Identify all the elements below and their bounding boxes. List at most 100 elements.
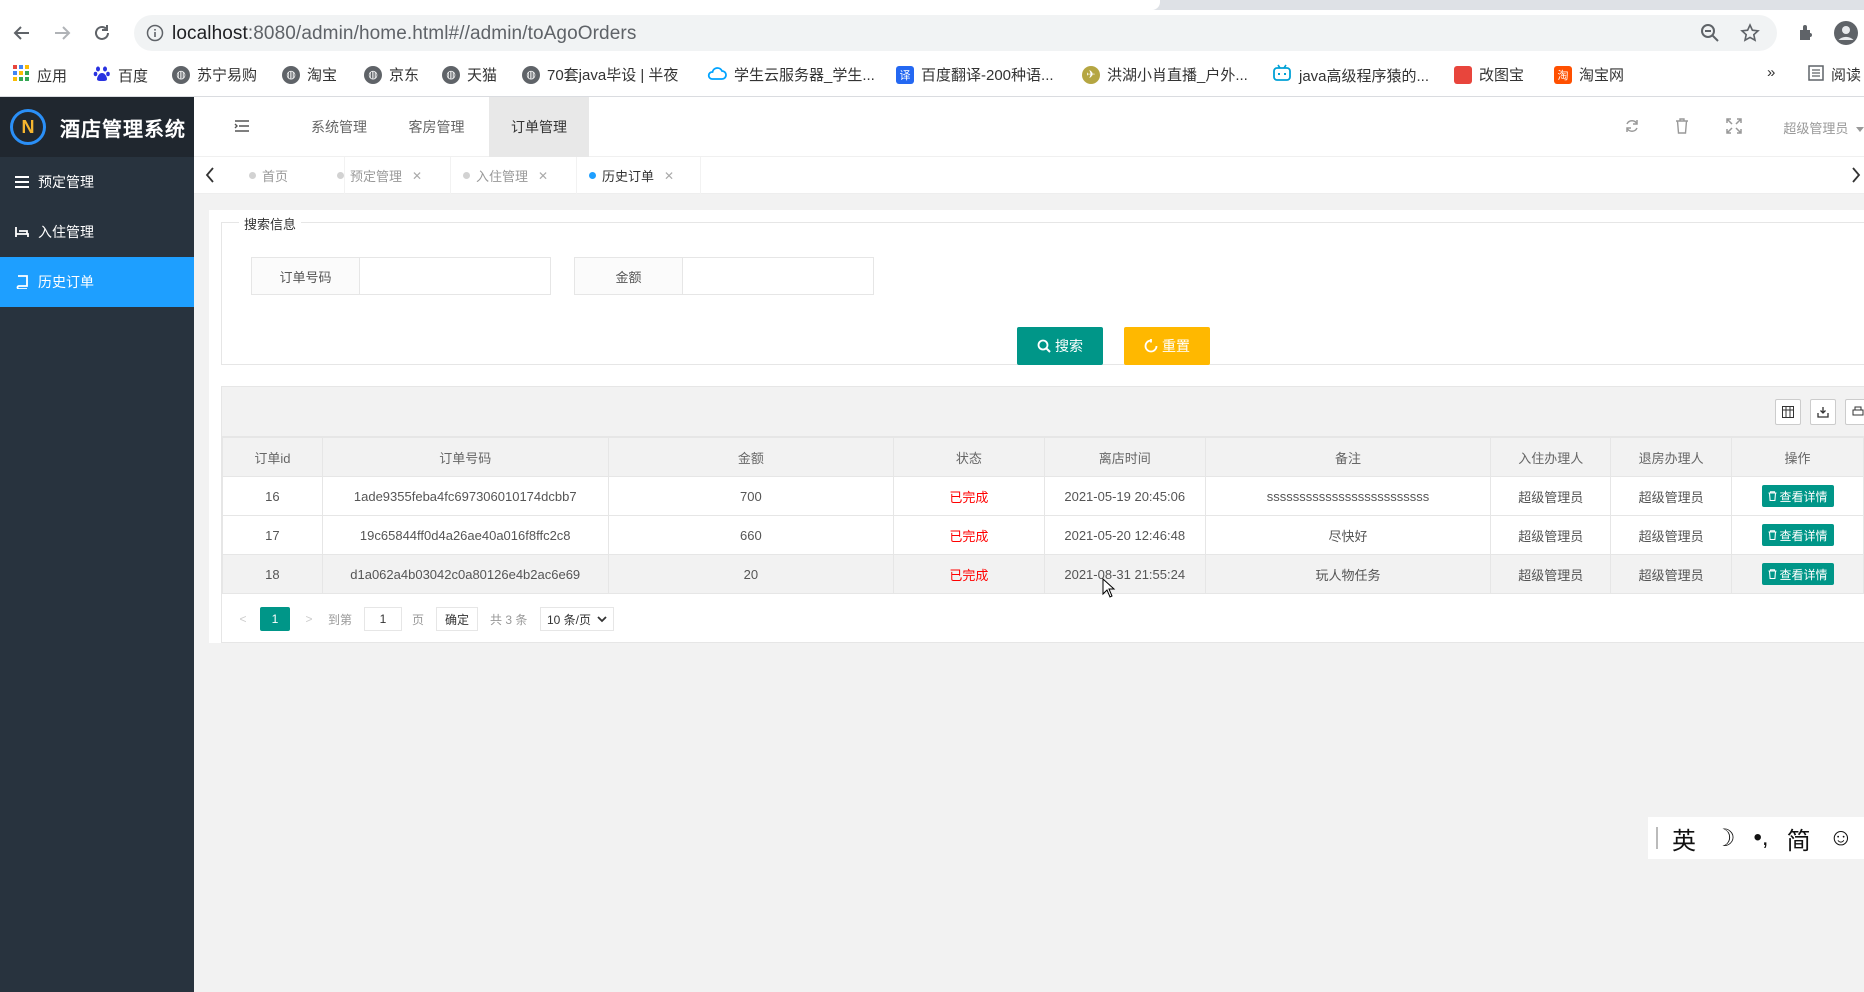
bookmark-live-stream[interactable]: ✈ 洪湖小肖直播_户外... [1082,64,1248,85]
bookmark-tmall[interactable]: ◍ 天猫 [442,64,497,85]
tab-room-management[interactable]: 客房管理 [389,97,484,157]
close-icon[interactable]: ✕ [538,169,548,183]
view-details-button[interactable]: 查看详情 [1761,563,1834,585]
bookmark-taobao[interactable]: ◍ 淘宝 [282,64,337,85]
column-header[interactable]: 操作 [1731,437,1864,477]
order-number-input[interactable] [360,258,550,294]
active-browser-tab[interactable] [0,0,1160,10]
bookmark-bilibili[interactable]: java高级程序猿的... [1272,64,1429,86]
column-header[interactable]: 退房办理人 [1610,437,1733,477]
fullscreen-icon[interactable] [1726,118,1742,137]
cell-checkin-by: 超级管理员 [1490,515,1612,555]
tab-system-management[interactable]: 系统管理 [289,97,389,157]
orders-table: 订单id 订单号码 金额 状态 离店时间 备注 入住办理人 退房办理人 操作 1… [222,437,1864,594]
trash-icon[interactable] [1675,118,1689,137]
ime-simplified-toggle[interactable]: 简 [1787,821,1811,856]
bookmark-label: 天猫 [467,67,498,84]
page-tab-checkin[interactable]: 入住管理 ✕ [451,157,577,194]
bookmark-apps[interactable]: 应用 [12,64,67,86]
bookmark-gaitubao[interactable]: 改图宝 [1454,64,1524,85]
reset-button[interactable]: 重置 [1124,327,1210,365]
zoom-icon[interactable] [1700,23,1720,46]
bookmark-jd[interactable]: ◍ 京东 [364,64,419,85]
goto-confirm-button[interactable]: 确定 [436,607,479,631]
search-button[interactable]: 搜索 [1017,327,1103,365]
apps-grid-icon [12,64,30,86]
column-header[interactable]: 金额 [607,437,895,477]
view-details-button[interactable]: 查看详情 [1761,524,1834,546]
order-number-label: 订单号码 [252,258,360,294]
bookmark-baidu-translate[interactable]: 译 百度翻译-200种语... [896,64,1054,85]
address-bar[interactable]: localhost:8080/admin/home.html#//admin/t… [134,15,1777,51]
page-size-value: 10 条/页 [547,612,592,627]
profile-avatar-icon[interactable] [1832,19,1860,47]
column-header[interactable]: 订单号码 [321,437,609,477]
ime-language-toggle[interactable]: 英 [1672,821,1696,856]
site-info-icon[interactable] [146,24,164,45]
column-header[interactable]: 状态 [893,437,1045,477]
next-page-button[interactable]: > [302,607,316,631]
close-icon[interactable]: ✕ [412,169,422,183]
translate-icon: 译 [896,65,914,84]
app-logo[interactable]: N 酒店管理系统 [0,97,194,157]
forward-icon[interactable] [48,19,76,47]
sidebar-item-history-orders[interactable]: 历史订单 [0,257,194,307]
refresh-icon[interactable] [1624,118,1640,137]
tab-dot [589,172,596,179]
amount-input[interactable] [683,258,873,294]
bookmark-suning[interactable]: ◍ 苏宁易购 [172,64,257,85]
chevron-right-icon[interactable] [1850,166,1862,187]
cell-checkin-by: 超级管理员 [1490,554,1612,594]
ime-moon-icon[interactable]: ☽ [1714,824,1736,853]
goto-page-input[interactable] [364,607,402,631]
extensions-icon[interactable] [1792,19,1820,47]
print-icon[interactable] [1845,399,1864,425]
bookmark-star-icon[interactable] [1740,23,1760,46]
baidu-paw-icon [93,64,111,86]
column-header[interactable]: 离店时间 [1043,437,1206,477]
column-header[interactable]: 入住办理人 [1490,437,1612,477]
status-badge: 已完成 [893,515,1045,555]
status-badge: 已完成 [893,554,1045,594]
reading-list-button[interactable]: 阅读 [1808,64,1861,85]
tab-order-management[interactable]: 订单管理 [489,97,589,157]
page-number-current[interactable]: 1 [260,607,290,631]
cell-amount: 660 [607,515,895,555]
bookmark-taobao-net[interactable]: 淘 淘宝网 [1554,64,1624,85]
page-tab-reservations[interactable]: 预定管理 ✕ [325,157,451,194]
browser-chrome: localhost:8080/admin/home.html#//admin/t… [0,0,1864,97]
cell-action: 查看详情 [1731,515,1864,555]
bookmark-baidu[interactable]: 百度 [93,64,148,86]
bookmark-label: 应用 [37,67,68,85]
page-size-select[interactable]: 10 条/页 [540,607,615,631]
user-name: 超级管理员 [1783,121,1849,136]
bookmark-java-projects[interactable]: ◍ 70套java毕设 | 半夜 [522,64,678,85]
user-menu[interactable]: 超级管理员 [1783,118,1864,137]
reload-icon[interactable] [88,19,116,47]
menu-toggle-icon[interactable] [234,119,250,136]
close-icon[interactable]: ✕ [664,169,674,183]
ime-drag-handle[interactable] [1656,827,1658,849]
ime-emoji-icon[interactable]: ☺ [1829,824,1854,852]
ime-punctuation-toggle[interactable]: •, [1754,824,1769,852]
column-header[interactable]: 备注 [1204,437,1492,477]
chevron-left-icon[interactable] [204,166,216,187]
back-icon[interactable] [8,19,36,47]
sidebar-item-checkin[interactable]: 入住管理 [0,207,194,257]
columns-filter-icon[interactable] [1775,399,1801,425]
top-header: 系统管理 客房管理 订单管理 超级管理员 [194,97,1864,157]
bookmark-student-cloud[interactable]: 学生云服务器_学生... [707,64,875,85]
cell-amount: 700 [607,476,895,516]
page-unit-label: 页 [412,612,425,627]
export-icon[interactable] [1810,399,1836,425]
bookmarks-overflow-button[interactable]: » [1767,64,1775,81]
cell-note: sssssssssssssssssssssssss [1204,476,1492,516]
page-tab-history-orders[interactable]: 历史订单 ✕ [577,157,701,194]
prev-page-button[interactable]: < [236,607,250,631]
amount-label: 金额 [575,258,683,294]
column-header[interactable]: 订单id [222,437,323,477]
view-details-button[interactable]: 查看详情 [1761,485,1834,507]
globe-icon: ◍ [364,65,382,84]
sidebar-item-reservations[interactable]: 预定管理 [0,157,194,207]
globe-icon: ◍ [442,65,460,84]
